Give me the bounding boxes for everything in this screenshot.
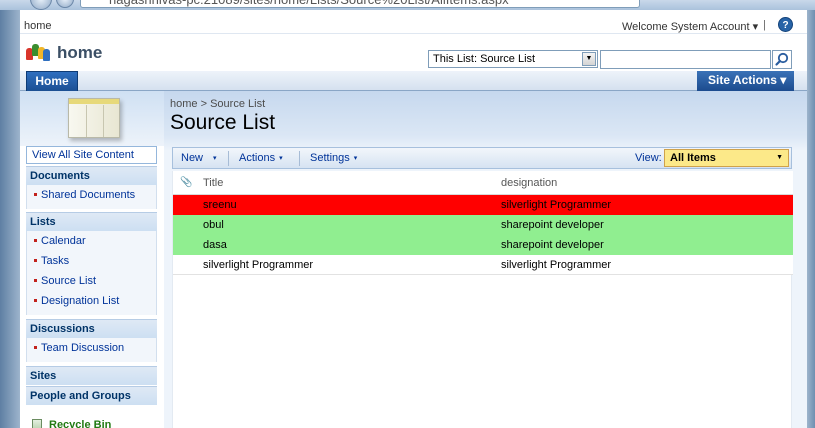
ql-discussions-header[interactable]: Discussions bbox=[26, 319, 157, 338]
actions-label: Actions bbox=[239, 152, 276, 164]
help-icon[interactable]: ? bbox=[778, 17, 793, 32]
cell-designation: silverlight Programmer bbox=[501, 199, 612, 211]
list-header-row: 📎 Title designation bbox=[173, 171, 793, 195]
ql-item-team-discussion[interactable]: Team Discussion bbox=[27, 338, 156, 358]
ql-item-label: Team Discussion bbox=[41, 342, 125, 354]
sharepoint-page: home Welcome System Account ▾ | ? home T… bbox=[20, 10, 807, 428]
search-scope-select[interactable]: This List: Source List ▼ bbox=[428, 50, 598, 68]
ql-item-calendar[interactable]: Calendar bbox=[27, 231, 156, 251]
tab-home[interactable]: Home bbox=[26, 71, 78, 91]
cell-designation: sharepoint developer bbox=[501, 239, 604, 251]
ql-item-label: Shared Documents bbox=[41, 189, 136, 201]
window-frame-left bbox=[0, 10, 20, 428]
table-row[interactable]: obul sharepoint developer bbox=[173, 215, 793, 235]
settings-label: Settings bbox=[310, 152, 350, 164]
breadcrumb-current[interactable]: Source List bbox=[210, 98, 265, 110]
recycle-bin-label: Recycle Bin bbox=[49, 419, 112, 428]
ql-documents-header[interactable]: Documents bbox=[26, 166, 157, 185]
chevron-down-icon: ▼ bbox=[776, 154, 783, 161]
site-title[interactable]: home bbox=[57, 43, 102, 63]
chevron-down-icon: ▾ bbox=[353, 155, 358, 162]
ql-item-label: Tasks bbox=[41, 255, 70, 267]
ql-item-label: Source List bbox=[41, 275, 97, 287]
top-nav-bar: Home Site Actions ▾ bbox=[20, 71, 807, 91]
chevron-down-icon: ▾ bbox=[780, 73, 787, 87]
list-book-icon bbox=[68, 98, 120, 138]
ql-item-label: Calendar bbox=[41, 235, 86, 247]
forward-button[interactable] bbox=[56, 0, 74, 8]
list-toolbar: New ▾ Actions ▾ Settings ▾ View: All Items ▼ bbox=[172, 147, 792, 169]
recycle-bin-icon bbox=[32, 419, 42, 428]
cell-designation: sharepoint developer bbox=[501, 219, 604, 231]
cell-title[interactable]: silverlight Programmer bbox=[203, 255, 313, 275]
view-value: All Items bbox=[670, 152, 716, 164]
ql-item-tasks[interactable]: Tasks bbox=[27, 251, 156, 271]
cell-title[interactable]: dasa bbox=[203, 235, 227, 255]
window-frame-right bbox=[807, 10, 815, 428]
chevron-down-icon: ▼ bbox=[582, 52, 596, 66]
cell-designation: silverlight Programmer bbox=[501, 259, 612, 271]
address-bar[interactable]: nagashnivas-pc:21089/sites/home/Lists/So… bbox=[80, 0, 640, 8]
column-header-title[interactable]: Title bbox=[203, 177, 223, 189]
separator: | bbox=[763, 19, 766, 31]
ql-item-source-list[interactable]: Source List bbox=[27, 271, 156, 291]
welcome-menu[interactable]: Welcome System Account ▾ bbox=[622, 20, 758, 33]
search-scope-value: This List: Source List bbox=[433, 53, 536, 65]
page-title: Source List bbox=[170, 111, 276, 134]
attachment-icon[interactable]: 📎 bbox=[180, 177, 192, 188]
welcome-text: Welcome System Account bbox=[622, 21, 750, 33]
breadcrumb-home-link[interactable]: home bbox=[170, 98, 198, 110]
chevron-down-icon: ▾ bbox=[279, 155, 283, 162]
table-row[interactable]: sreenu silverlight Programmer bbox=[173, 195, 793, 215]
top-home-link[interactable]: home bbox=[24, 20, 52, 32]
breadcrumb: home > Source List bbox=[170, 98, 265, 110]
view-all-site-content-link[interactable]: View All Site Content bbox=[26, 146, 157, 164]
view-label: View: bbox=[635, 152, 662, 164]
ql-people-and-groups-header[interactable]: People and Groups bbox=[26, 386, 157, 405]
search-button[interactable] bbox=[772, 50, 792, 69]
table-row[interactable]: silverlight Programmer silverlight Progr… bbox=[173, 255, 793, 275]
ql-item-designation-list[interactable]: Designation List bbox=[27, 291, 156, 311]
main-content: home > Source List Source List New ▾ Acti… bbox=[164, 91, 807, 428]
table-row[interactable]: dasa sharepoint developer bbox=[173, 235, 793, 255]
search-input[interactable] bbox=[600, 50, 771, 69]
quick-launch: View All Site Content Documents Shared D… bbox=[20, 91, 164, 428]
list-image bbox=[20, 91, 164, 146]
ql-item-shared-documents[interactable]: Shared Documents bbox=[27, 185, 156, 205]
ql-lists-group: Calendar Tasks Source List Designation L… bbox=[26, 231, 157, 315]
recycle-bin-link[interactable]: Recycle Bin bbox=[26, 418, 157, 428]
browser-chrome: nagashnivas-pc:21089/sites/home/Lists/So… bbox=[0, 0, 815, 10]
site-logo-icon[interactable] bbox=[26, 44, 50, 62]
back-button[interactable] bbox=[30, 0, 52, 10]
view-select[interactable]: All Items ▼ bbox=[664, 149, 789, 167]
search-icon bbox=[775, 52, 789, 66]
chevron-down-icon: ▾ bbox=[752, 21, 759, 33]
toolbar-divider bbox=[299, 151, 300, 166]
toolbar-divider bbox=[228, 151, 229, 166]
column-header-designation[interactable]: designation bbox=[501, 177, 557, 189]
cell-title[interactable]: obul bbox=[203, 215, 224, 235]
ql-lists-header[interactable]: Lists bbox=[26, 212, 157, 231]
ql-documents-group: Shared Documents bbox=[26, 185, 157, 209]
actions-menu-button[interactable]: Actions ▾ bbox=[239, 152, 283, 164]
breadcrumb-separator: > bbox=[200, 98, 208, 110]
list-view: 📎 Title designation sreenu silverlight P… bbox=[172, 171, 793, 428]
chevron-down-icon: ▾ bbox=[213, 155, 217, 162]
global-top-bar: home Welcome System Account ▾ | ? bbox=[20, 10, 807, 34]
ql-item-label: Designation List bbox=[41, 295, 120, 307]
ql-sites-header[interactable]: Sites bbox=[26, 366, 157, 385]
site-actions-label: Site Actions bbox=[708, 73, 777, 87]
new-menu-button[interactable]: New ▾ bbox=[181, 152, 217, 164]
new-label: New bbox=[181, 152, 204, 164]
cell-title[interactable]: sreenu bbox=[203, 195, 237, 215]
site-actions-menu[interactable]: Site Actions ▾ bbox=[697, 71, 794, 91]
ql-discussions-group: Team Discussion bbox=[26, 338, 157, 362]
settings-menu-button[interactable]: Settings ▾ bbox=[310, 152, 357, 164]
